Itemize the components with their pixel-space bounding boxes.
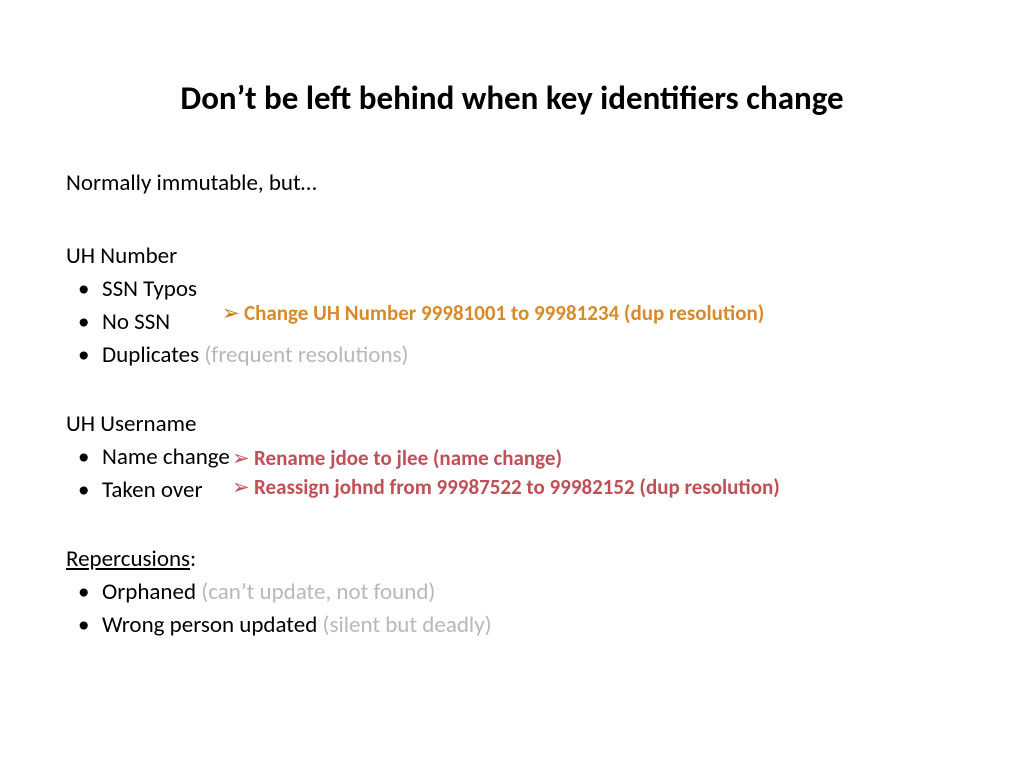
list-item-muted: (can’t update, not found) — [196, 578, 435, 606]
callout-rename: ➢Rename jdoe to jlee (name change) — [232, 444, 562, 473]
intro-text: Normally immutable, but… — [66, 168, 586, 199]
list-item-label: Orphaned — [102, 578, 196, 606]
list-item-label: Taken over — [102, 476, 203, 504]
callout-text: Rename jdoe to jlee (name change) — [254, 445, 562, 471]
body-column: Normally immutable, but… UH Number SSN T… — [66, 168, 586, 680]
list-item-label: Duplicates — [102, 341, 199, 369]
list-item-label: Wrong person updated — [102, 611, 317, 639]
callout-reassign: ➢Reassign johnd from 99987522 to 9998215… — [232, 473, 780, 502]
arrow-icon: ➢ — [232, 473, 254, 502]
callout-text: Reassign johnd from 99987522 to 99982152… — [254, 474, 780, 500]
list-item-label: Name change — [102, 443, 230, 471]
callout-change-uh-number: ➢Change UH Number 99981001 to 99981234 (… — [222, 299, 764, 328]
slide-title: Don’t be left behind when key identifier… — [0, 78, 1024, 118]
section-head-tail: : — [190, 545, 196, 573]
list-item: Duplicates (frequent resolutions) — [66, 340, 586, 371]
callout-text: Change UH Number 99981001 to 99981234 (d… — [244, 300, 764, 326]
list-item: Orphaned (can’t update, not found) — [66, 577, 586, 608]
list-item-muted: (frequent resolutions) — [199, 341, 408, 369]
section-head-repercussions: Repercusions — [66, 545, 190, 573]
arrow-icon: ➢ — [232, 444, 254, 473]
list-item: Wrong person updated (silent but deadly) — [66, 610, 586, 641]
repercussions-list: Orphaned (can’t update, not found) Wrong… — [66, 577, 586, 641]
list-item-muted: (silent but deadly) — [317, 611, 491, 639]
slide: Don’t be left behind when key identifier… — [0, 0, 1024, 768]
list-item-label: No SSN — [102, 308, 170, 336]
list-item-label: SSN Typos — [102, 275, 197, 303]
section-head-uh-number: UH Number — [66, 241, 586, 272]
section-head-uh-username: UH Username — [66, 409, 586, 440]
arrow-icon: ➢ — [222, 299, 244, 328]
